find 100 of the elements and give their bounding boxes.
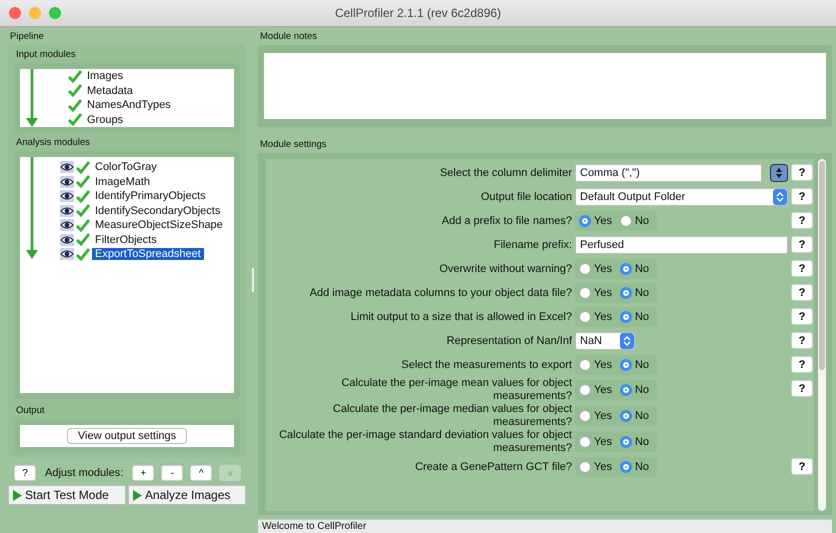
radio-label[interactable]: Yes — [594, 263, 612, 275]
radio-button[interactable] — [620, 359, 632, 371]
radio-button[interactable] — [620, 311, 632, 323]
radio-button[interactable] — [579, 410, 591, 422]
radio-label[interactable]: No — [634, 384, 650, 396]
radio-label[interactable]: Yes — [594, 215, 612, 227]
help-button[interactable]: ? — [791, 260, 813, 277]
help-button[interactable]: ? — [791, 212, 813, 229]
radio-button[interactable] — [620, 436, 632, 448]
dropdown[interactable]: Default Output Folder — [575, 188, 788, 206]
setting-label: Output file location — [480, 190, 572, 204]
radio-label[interactable]: No — [634, 436, 650, 448]
module-name[interactable]: IdentifySecondaryObjects — [92, 204, 224, 217]
setting-label: Select the column delimiter — [438, 166, 572, 180]
help-button[interactable]: ? — [791, 188, 813, 205]
module-name[interactable]: NamesAndTypes — [84, 99, 174, 112]
check-icon — [76, 248, 90, 261]
module-name[interactable]: Groups — [84, 114, 126, 126]
adjust-button[interactable]: - — [161, 465, 184, 481]
eye-icon[interactable] — [60, 161, 74, 174]
radio-label[interactable]: Yes — [594, 436, 612, 448]
radio-label[interactable]: No — [634, 311, 650, 323]
radio-button[interactable] — [620, 215, 632, 227]
module-name[interactable]: MeasureObjectSizeShape — [92, 219, 226, 232]
radio-button[interactable] — [620, 287, 632, 299]
radio-label[interactable]: Yes — [594, 461, 612, 473]
run-button[interactable]: Start Test Mode — [8, 485, 126, 505]
radio-label[interactable]: Yes — [594, 359, 612, 371]
stepper-icon[interactable] — [770, 164, 788, 182]
radio-button[interactable] — [579, 461, 591, 473]
radio-button[interactable] — [579, 436, 591, 448]
notes-field[interactable] — [264, 53, 826, 119]
radio-button[interactable] — [579, 384, 591, 396]
check-icon — [76, 233, 90, 246]
check-icon — [76, 160, 90, 174]
radio-label[interactable]: Yes — [594, 287, 612, 299]
module-name[interactable]: FilterObjects — [92, 234, 160, 246]
setting-label: Overwrite without warning? — [438, 262, 572, 276]
radio-button[interactable] — [620, 384, 632, 396]
eye-icon[interactable] — [60, 190, 74, 202]
setting-label: Add a prefix to file names? — [440, 214, 572, 228]
check-icon — [68, 84, 82, 98]
help-button[interactable]: ? — [14, 465, 36, 481]
scrollbar[interactable] — [818, 159, 826, 511]
radio-label[interactable]: No — [634, 215, 650, 227]
module-name[interactable]: ExportToSpreadsheet — [92, 248, 204, 260]
eye-icon[interactable] — [60, 204, 74, 217]
setting-label: Calculate the per-image mean values for object measurements? — [340, 377, 572, 403]
window-control[interactable] — [49, 7, 61, 19]
play-icon — [133, 490, 142, 500]
help-button[interactable]: ? — [791, 236, 813, 253]
help-button[interactable]: ? — [791, 458, 813, 475]
module-name[interactable]: ColorToGray — [92, 161, 160, 174]
adjust-button[interactable]: ^ — [190, 465, 212, 481]
radio-label[interactable]: No — [634, 461, 650, 473]
radio-label[interactable]: No — [634, 359, 650, 371]
help-button[interactable]: ? — [791, 284, 813, 301]
radio-button[interactable] — [620, 263, 632, 275]
help-button[interactable]: ? — [791, 308, 813, 325]
radio-button[interactable] — [579, 311, 591, 323]
setting-label: Filename prefix: — [492, 238, 572, 252]
radio-label[interactable]: Yes — [594, 410, 612, 422]
eye-icon[interactable] — [60, 219, 74, 232]
adjust-button[interactable]: + — [132, 465, 154, 481]
eye-icon[interactable] — [60, 176, 74, 188]
help-button[interactable]: ? — [791, 164, 813, 181]
radio-button[interactable] — [579, 359, 591, 371]
radio-label[interactable]: Yes — [594, 384, 612, 396]
help-button[interactable]: ? — [791, 332, 813, 349]
radio-button[interactable] — [579, 287, 591, 299]
delimiter-combo[interactable]: Comma (",") — [575, 164, 762, 182]
check-icon — [68, 98, 82, 112]
help-button[interactable]: ? — [791, 380, 813, 397]
radio-button[interactable] — [620, 461, 632, 473]
run-button[interactable]: Analyze Images — [128, 485, 246, 505]
radio-label[interactable]: No — [634, 263, 650, 275]
check-icon — [76, 175, 90, 188]
radio-button[interactable] — [579, 263, 591, 275]
setting-label: Calculate the per-image standard deviation values for object measurements? — [278, 429, 572, 455]
view-output-settings-button[interactable]: View output settings — [66, 428, 188, 444]
module-name[interactable]: ImageMath — [92, 176, 154, 188]
section-title: Analysis modules — [15, 136, 91, 150]
setting-label: Select the measurements to export — [400, 358, 572, 372]
eye-icon[interactable] — [60, 248, 74, 260]
radio-label[interactable]: Yes — [594, 311, 612, 323]
radio-label[interactable]: No — [634, 410, 650, 422]
module-name[interactable]: IdentifyPrimaryObjects — [92, 190, 209, 202]
input-field[interactable]: Perfused — [575, 236, 788, 254]
window-control[interactable] — [9, 7, 21, 19]
module-name[interactable]: Images — [84, 70, 126, 82]
eye-icon[interactable] — [60, 234, 74, 246]
dropdown[interactable]: NaN — [575, 332, 635, 350]
help-button[interactable]: ? — [791, 356, 813, 373]
check-icon — [76, 204, 90, 218]
radio-label[interactable]: No — [634, 287, 650, 299]
module-name[interactable]: Metadata — [84, 84, 136, 97]
radio-button[interactable] — [579, 215, 591, 227]
window-title: CellProfiler 2.1.1 (rev 6c2d896) — [334, 6, 502, 20]
setting-label: Calculate the per-image median values for object measurements? — [332, 403, 572, 429]
radio-button[interactable] — [620, 410, 632, 422]
